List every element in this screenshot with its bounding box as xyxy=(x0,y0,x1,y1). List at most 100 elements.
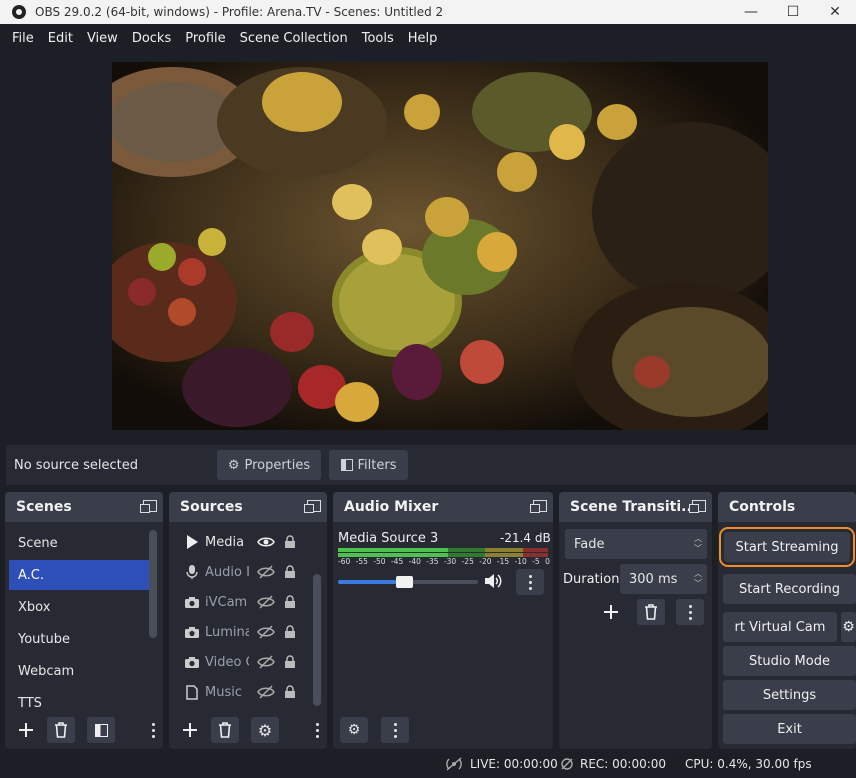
eye-hidden-icon[interactable] xyxy=(255,685,277,699)
maximize-button[interactable]: ☐ xyxy=(772,0,814,24)
filter-icon xyxy=(94,723,108,737)
meter-tick: -15 xyxy=(496,557,510,566)
eye-hidden-icon[interactable] xyxy=(255,595,277,609)
gear-icon: ⚙ xyxy=(842,619,855,635)
source-properties-button[interactable]: ⚙ xyxy=(251,717,279,743)
add-transition-button[interactable] xyxy=(597,599,625,625)
mixer-channel-menu-icon[interactable] xyxy=(516,569,544,595)
properties-button[interactable]: ⚙ Properties xyxy=(217,450,321,480)
add-source-button[interactable] xyxy=(176,717,204,743)
scene-item[interactable]: Xbox xyxy=(9,592,149,622)
remove-source-button[interactable] xyxy=(211,717,239,743)
transition-more-menu-icon[interactable] xyxy=(676,599,704,625)
lock-icon[interactable] xyxy=(281,565,299,579)
gears-icon: ⚙ xyxy=(347,722,361,738)
meter-tick: -60 xyxy=(338,557,351,566)
eye-hidden-icon[interactable] xyxy=(255,655,277,669)
window-title: OBS 29.0.2 (64-bit, windows) - Profile: … xyxy=(35,5,444,19)
source-row[interactable]: Music xyxy=(173,677,323,707)
scenes-dock-header: Scenes xyxy=(5,492,163,522)
menu-scene-collection[interactable]: Scene Collection xyxy=(233,31,355,46)
rec-timer: REC: 00:00:00 xyxy=(580,757,667,771)
settings-button[interactable]: Settings xyxy=(723,680,856,710)
studio-mode-button[interactable]: Studio Mode xyxy=(723,646,856,676)
eye-hidden-icon[interactable] xyxy=(255,625,277,639)
scene-item[interactable]: Youtube xyxy=(9,624,149,654)
close-button[interactable]: ✕ xyxy=(814,0,856,24)
lock-icon[interactable] xyxy=(281,595,299,609)
gear-icon: ⚙ xyxy=(227,457,240,473)
lock-icon[interactable] xyxy=(281,685,299,699)
microphone-icon xyxy=(181,564,203,580)
duration-value: 300 ms xyxy=(629,571,678,587)
scenes-more-menu-icon[interactable] xyxy=(139,717,163,743)
trash-icon xyxy=(55,722,67,738)
start-virtual-cam-button[interactable]: rt Virtual Cam xyxy=(723,612,837,642)
plus-icon xyxy=(19,723,33,737)
menu-docks[interactable]: Docks xyxy=(125,31,178,46)
source-row[interactable]: Media S xyxy=(173,527,323,557)
trash-icon xyxy=(645,604,657,620)
scene-item-selected[interactable]: A.C. xyxy=(9,560,149,590)
source-row[interactable]: Audio I xyxy=(173,557,323,587)
lock-icon[interactable] xyxy=(281,655,299,669)
remove-transition-button[interactable] xyxy=(637,599,665,625)
sources-scrollbar[interactable] xyxy=(313,574,321,706)
float-dock-icon[interactable] xyxy=(689,500,706,513)
menu-help[interactable]: Help xyxy=(401,31,445,46)
menu-profile[interactable]: Profile xyxy=(178,31,232,46)
virtual-cam-settings-button[interactable]: ⚙ xyxy=(841,612,856,642)
remove-scene-button[interactable] xyxy=(47,717,75,743)
lock-icon[interactable] xyxy=(281,625,299,639)
exit-button[interactable]: Exit xyxy=(723,714,856,744)
scene-filters-button[interactable] xyxy=(87,717,115,743)
meter-tick: -5 xyxy=(532,557,540,566)
transition-select[interactable]: Fade ︿ ﹀ xyxy=(565,529,707,559)
add-scene-button[interactable] xyxy=(12,717,40,743)
source-status-label: No source selected xyxy=(14,457,138,473)
duration-stepper[interactable]: 300 ms ︿ ﹀ xyxy=(620,564,707,594)
mixer-settings-button[interactable]: ⚙ xyxy=(340,717,368,743)
filters-button[interactable]: Filters xyxy=(329,450,408,480)
minimize-button[interactable]: — xyxy=(730,0,772,24)
stepper-arrows-icon: ︿ ﹀ xyxy=(694,569,702,588)
window-controls: — ☐ ✕ xyxy=(730,0,856,24)
plus-icon xyxy=(604,605,618,619)
meter-tick: -45 xyxy=(390,557,404,566)
sources-dock-header: Sources xyxy=(169,492,327,522)
scenes-scrollbar[interactable] xyxy=(149,530,157,638)
eye-icon[interactable] xyxy=(255,536,277,548)
float-dock-icon[interactable] xyxy=(530,500,547,513)
menu-view[interactable]: View xyxy=(80,31,125,46)
speaker-icon[interactable] xyxy=(484,573,502,593)
cpu-fps: CPU: 0.4%, 30.00 fps xyxy=(685,757,812,771)
source-name: Video C xyxy=(205,654,249,670)
scene-item[interactable]: TTS xyxy=(9,688,149,718)
mixer-more-menu-icon[interactable] xyxy=(381,717,409,743)
scene-item[interactable]: Scene xyxy=(9,528,149,558)
float-dock-icon[interactable] xyxy=(304,500,321,513)
float-dock-icon[interactable] xyxy=(140,500,157,513)
source-row[interactable]: Lumina xyxy=(173,617,323,647)
preview-video[interactable] xyxy=(112,62,768,430)
select-arrows-icon: ︿ ﹀ xyxy=(694,534,702,553)
menu-edit[interactable]: Edit xyxy=(41,31,80,46)
source-row[interactable]: Video C xyxy=(173,647,323,677)
sources-more-menu-icon[interactable] xyxy=(303,717,327,743)
start-recording-button[interactable]: Start Recording xyxy=(723,574,856,604)
start-streaming-button[interactable]: Start Streaming xyxy=(719,527,855,567)
source-row[interactable]: iVCam xyxy=(173,587,323,617)
lock-icon[interactable] xyxy=(281,535,299,549)
menu-file[interactable]: File xyxy=(5,31,41,46)
transition-value: Fade xyxy=(574,536,605,552)
source-name: Music xyxy=(205,684,242,700)
eye-hidden-icon[interactable] xyxy=(255,565,277,579)
duration-label: Duration xyxy=(563,572,620,587)
volume-slider[interactable] xyxy=(338,576,478,588)
camera-icon xyxy=(181,596,203,609)
scene-item[interactable]: Webcam xyxy=(9,656,149,686)
volume-slider-handle[interactable] xyxy=(395,576,413,588)
menu-tools[interactable]: Tools xyxy=(355,31,401,46)
scene-transitions-title: Scene Transiti... xyxy=(570,499,698,515)
cpu-status: CPU: 0.4%, 30.00 fps xyxy=(685,757,812,771)
